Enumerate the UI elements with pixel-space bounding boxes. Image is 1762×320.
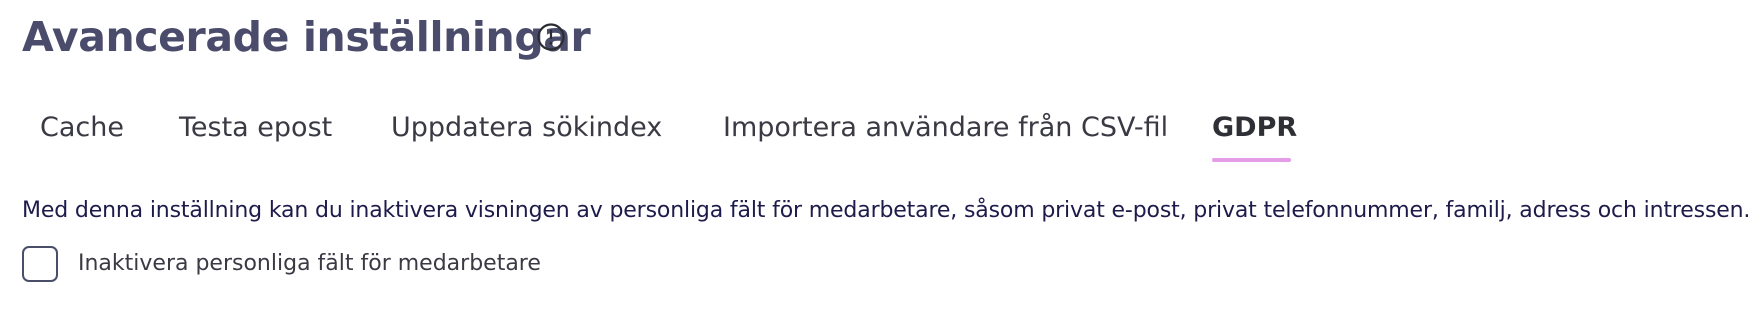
disable-personal-fields-label[interactable]: Inaktivera personliga fält för medarbeta… — [78, 249, 541, 279]
info-circle-icon[interactable] — [536, 22, 566, 52]
gdpr-description: Med denna inställning kan du inaktivera … — [22, 198, 1751, 223]
tab-importera-anvandare[interactable]: Importera användare från CSV-fil — [723, 108, 1168, 148]
tab-uppdatera-sokindex[interactable]: Uppdatera sökindex — [391, 108, 662, 148]
active-tab-indicator — [1212, 158, 1291, 162]
tab-gdpr[interactable]: GDPR — [1212, 108, 1297, 148]
disable-personal-fields-checkbox[interactable] — [22, 246, 58, 282]
tab-testa-epost[interactable]: Testa epost — [179, 108, 332, 148]
tab-cache[interactable]: Cache — [40, 108, 124, 148]
disable-personal-fields-option: Inaktivera personliga fält för medarbeta… — [22, 244, 541, 284]
page-title: Avancerade inställningar — [22, 13, 591, 61]
